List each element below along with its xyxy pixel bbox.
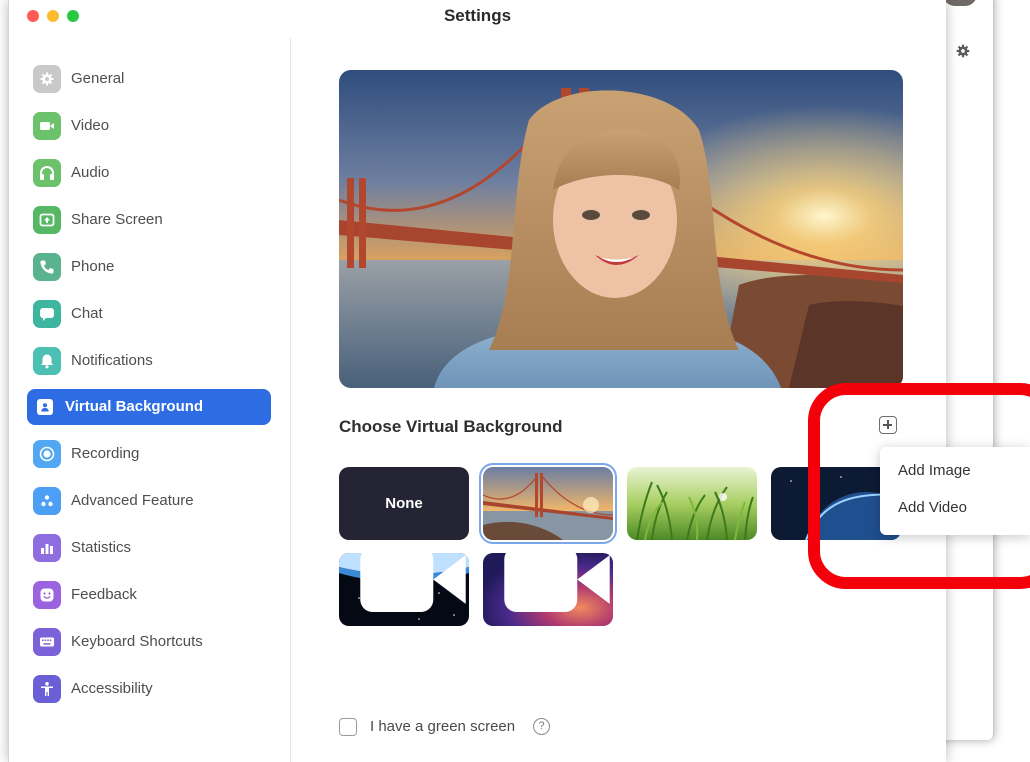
gear-icon	[33, 65, 61, 93]
avatar[interactable]	[943, 0, 977, 6]
screen: Settings General Video Audio Share Scree…	[0, 0, 1030, 762]
sidebar-item-label: Notifications	[71, 352, 153, 369]
keyboard-icon	[33, 628, 61, 656]
green-screen-checkbox[interactable]	[339, 718, 357, 736]
phone-icon	[33, 253, 61, 281]
record-icon	[33, 440, 61, 468]
title-bar: Settings	[9, 0, 946, 36]
sidebar-item-virtual-background[interactable]: Virtual Background	[27, 389, 271, 425]
bar-chart-icon	[33, 534, 61, 562]
sidebar-item-chat[interactable]: Chat	[27, 296, 271, 332]
sidebar-item-label: Feedback	[71, 586, 137, 603]
video-camera-icon	[33, 112, 61, 140]
sidebar-item-label: Audio	[71, 164, 110, 181]
sidebar-item-advanced-feature[interactable]: Advanced Feature	[27, 483, 271, 519]
window-title: Settings	[443, 6, 512, 25]
sidebar-item-label: Chat	[71, 305, 103, 322]
sidebar-item-video[interactable]: Video	[27, 108, 271, 144]
sidebar-item-label: General	[71, 70, 125, 87]
share-screen-icon	[33, 206, 61, 234]
camera-preview	[339, 70, 903, 388]
smiley-icon	[33, 581, 61, 609]
sidebar-item-label: Video	[71, 117, 110, 134]
sidebar-item-audio[interactable]: Audio	[27, 155, 271, 191]
sidebar-item-label: Share Screen	[71, 211, 163, 228]
green-screen-label: I have a green screen	[370, 718, 516, 735]
sidebar-item-feedback[interactable]: Feedback	[27, 577, 271, 613]
sidebar-item-general[interactable]: General	[27, 61, 271, 97]
settings-window: Settings General Video Audio Share Scree…	[8, 0, 946, 762]
help-icon[interactable]: ?	[533, 718, 550, 735]
sidebar-item-label: Statistics	[71, 539, 132, 556]
sidebar-item-label: Phone	[71, 258, 115, 275]
thumbnail-label: None	[385, 495, 423, 512]
sidebar-item-recording[interactable]: Recording	[27, 436, 271, 472]
sidebar-item-accessibility[interactable]: Accessibility	[27, 671, 271, 707]
red-highlight-annotation	[808, 383, 1030, 589]
accessibility-person-icon	[33, 675, 61, 703]
bell-icon	[33, 347, 61, 375]
sidebar-item-keyboard-shortcuts[interactable]: Keyboard Shortcuts	[27, 624, 271, 660]
video-camera-icon	[360, 553, 466, 612]
advanced-dots-icon	[33, 487, 61, 515]
sidebar-item-label: Accessibility	[71, 680, 153, 697]
background-thumbnail-golden-gate[interactable]	[479, 463, 617, 544]
background-thumbnail-earth-horizon-video[interactable]	[339, 553, 469, 626]
sidebar-item-statistics[interactable]: Statistics	[27, 530, 271, 566]
background-thumbnail-purple-video[interactable]	[483, 553, 613, 626]
sidebar-item-notifications[interactable]: Notifications	[27, 343, 271, 379]
sidebar-item-label: Keyboard Shortcuts	[71, 633, 203, 650]
sidebar-item-label: Recording	[71, 445, 140, 462]
portrait-icon	[37, 399, 53, 415]
choose-virtual-background-heading: Choose Virtual Background	[339, 417, 563, 436]
sidebar-item-label: Virtual Background	[65, 398, 204, 415]
background-thumbnail-none[interactable]: None	[339, 467, 469, 540]
background-thumbnail-grass[interactable]	[627, 467, 757, 540]
settings-sidebar: General Video Audio Share Screen Phone C…	[9, 38, 291, 762]
sidebar-item-label: Advanced Feature	[71, 492, 194, 509]
headphones-icon	[33, 159, 61, 187]
video-camera-icon	[504, 553, 610, 612]
chat-bubble-icon	[33, 300, 61, 328]
sidebar-item-share-screen[interactable]: Share Screen	[27, 202, 271, 238]
gear-icon[interactable]	[956, 44, 970, 58]
sidebar-item-phone[interactable]: Phone	[27, 249, 271, 285]
